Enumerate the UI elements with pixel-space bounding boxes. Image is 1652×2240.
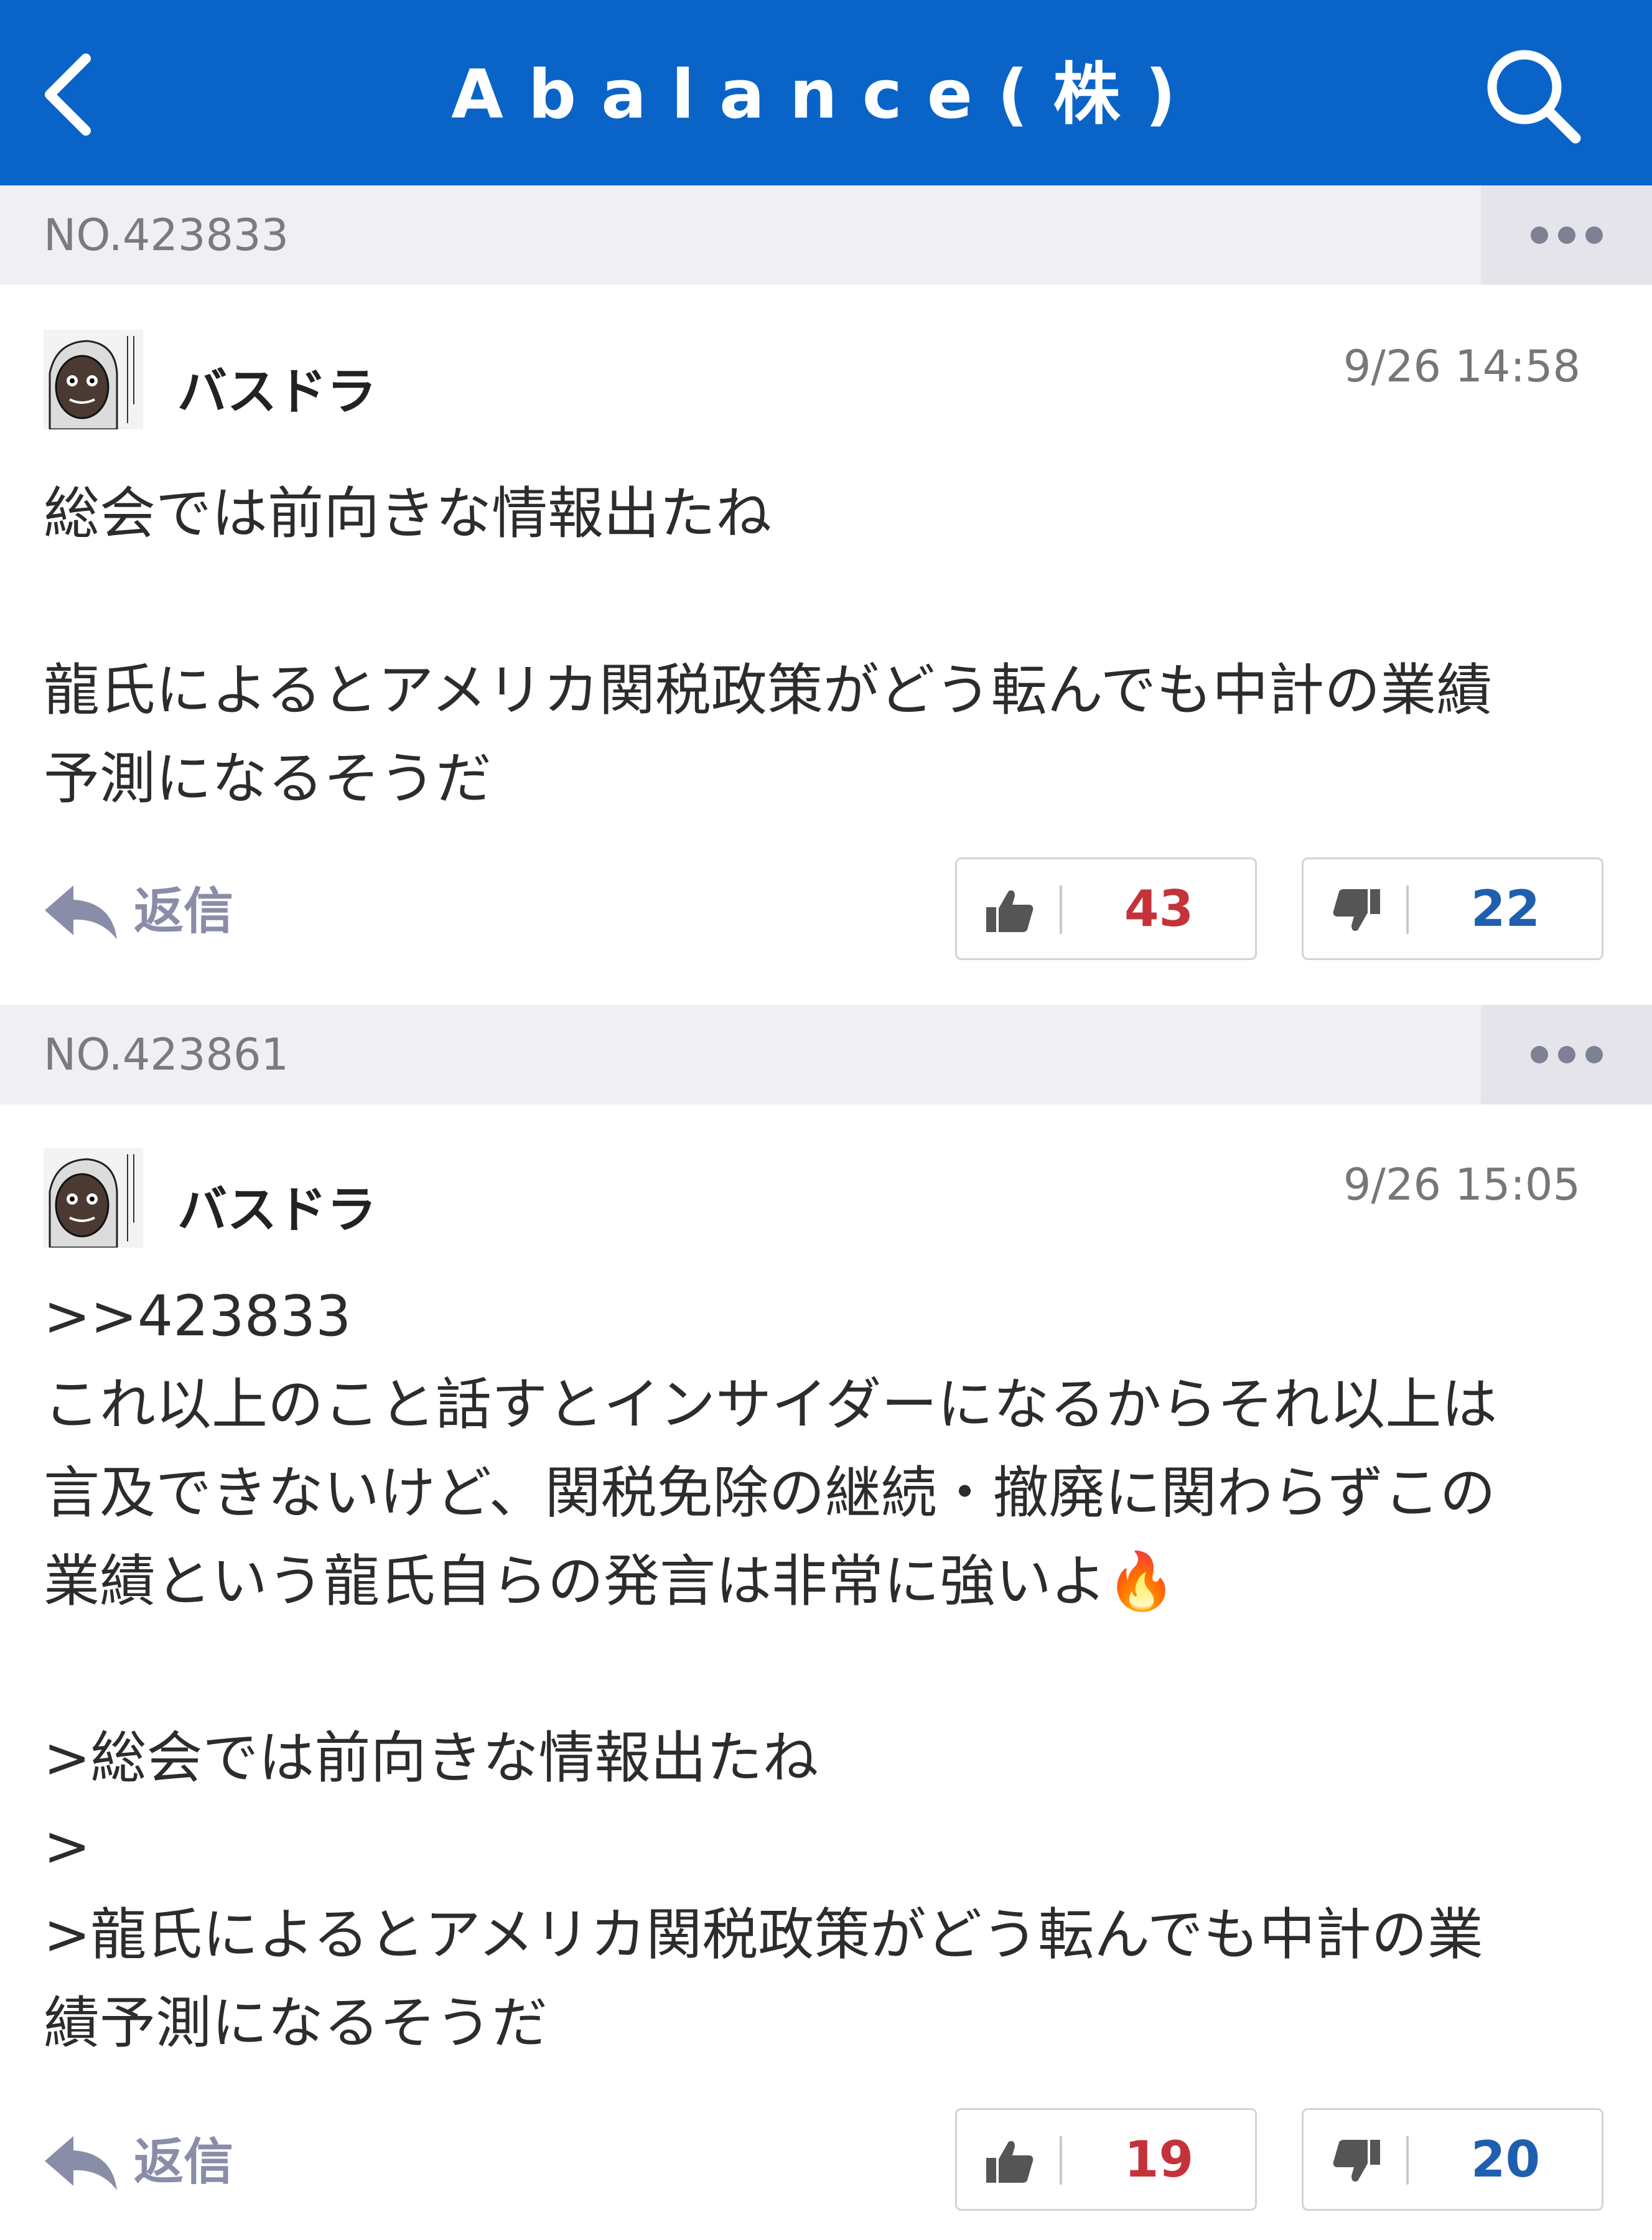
- thumbs-up-icon: [986, 2141, 1034, 2183]
- more-dots-icon: [1531, 1046, 1548, 1063]
- like-count: 43: [1124, 880, 1194, 938]
- post-header-bar: NO.423861: [0, 1005, 1652, 1104]
- avatar[interactable]: [44, 1148, 143, 1248]
- post-author[interactable]: バスドラ: [177, 352, 376, 424]
- reply-button[interactable]: 返信: [44, 871, 249, 952]
- app-header: Abalance(株): [0, 0, 1652, 185]
- reply-arrow-icon: [45, 2136, 117, 2190]
- post-body: >>423833 これ以上のこと話すとインサイダーになるからそれ以上は 言及でき…: [44, 1284, 1498, 2056]
- dislike-count: 22: [1470, 880, 1541, 938]
- thumbs-down-icon: [1333, 2140, 1380, 2182]
- reply-arrow-icon: [45, 885, 117, 940]
- post-timestamp: 9/26 14:58: [1343, 341, 1580, 392]
- more-options-button[interactable]: [1481, 1005, 1652, 1104]
- post-author[interactable]: バスドラ: [177, 1170, 376, 1242]
- reply-label: 返信: [134, 2133, 233, 2191]
- thumbs-up-icon: [986, 890, 1034, 932]
- more-options-button[interactable]: [1481, 185, 1652, 285]
- post-body: 総会では前向きな情報出たね 龍氏によるとアメリカ関税政策がどう転んでも中計の業績…: [44, 481, 1493, 811]
- thumbs-down-icon: [1333, 889, 1380, 931]
- dislike-count: 20: [1470, 2130, 1541, 2188]
- reply-label: 返信: [134, 882, 233, 940]
- post-number: NO.423833: [44, 210, 289, 261]
- reply-button[interactable]: 返信: [44, 2122, 249, 2203]
- vote-separator: [1406, 885, 1409, 934]
- more-dots-icon: [1585, 226, 1603, 244]
- post-timestamp: 9/26 15:05: [1343, 1159, 1580, 1210]
- page-title: Abalance(株): [451, 56, 1201, 134]
- vote-separator: [1060, 885, 1062, 934]
- more-dots-icon: [1558, 1046, 1575, 1063]
- more-dots-icon: [1585, 1046, 1603, 1063]
- search-icon[interactable]: [1481, 44, 1587, 149]
- more-dots-icon: [1558, 226, 1575, 244]
- dislike-button[interactable]: 22: [1302, 857, 1603, 960]
- vote-separator: [1406, 2136, 1409, 2185]
- avatar[interactable]: [44, 330, 143, 429]
- post-number: NO.423861: [44, 1029, 289, 1080]
- like-button[interactable]: 19: [955, 2108, 1257, 2211]
- like-count: 19: [1124, 2130, 1194, 2188]
- more-dots-icon: [1531, 226, 1548, 244]
- post-header-bar: NO.423833: [0, 185, 1652, 285]
- vote-separator: [1060, 2136, 1062, 2185]
- like-button[interactable]: 43: [955, 857, 1257, 960]
- dislike-button[interactable]: 20: [1302, 2108, 1603, 2211]
